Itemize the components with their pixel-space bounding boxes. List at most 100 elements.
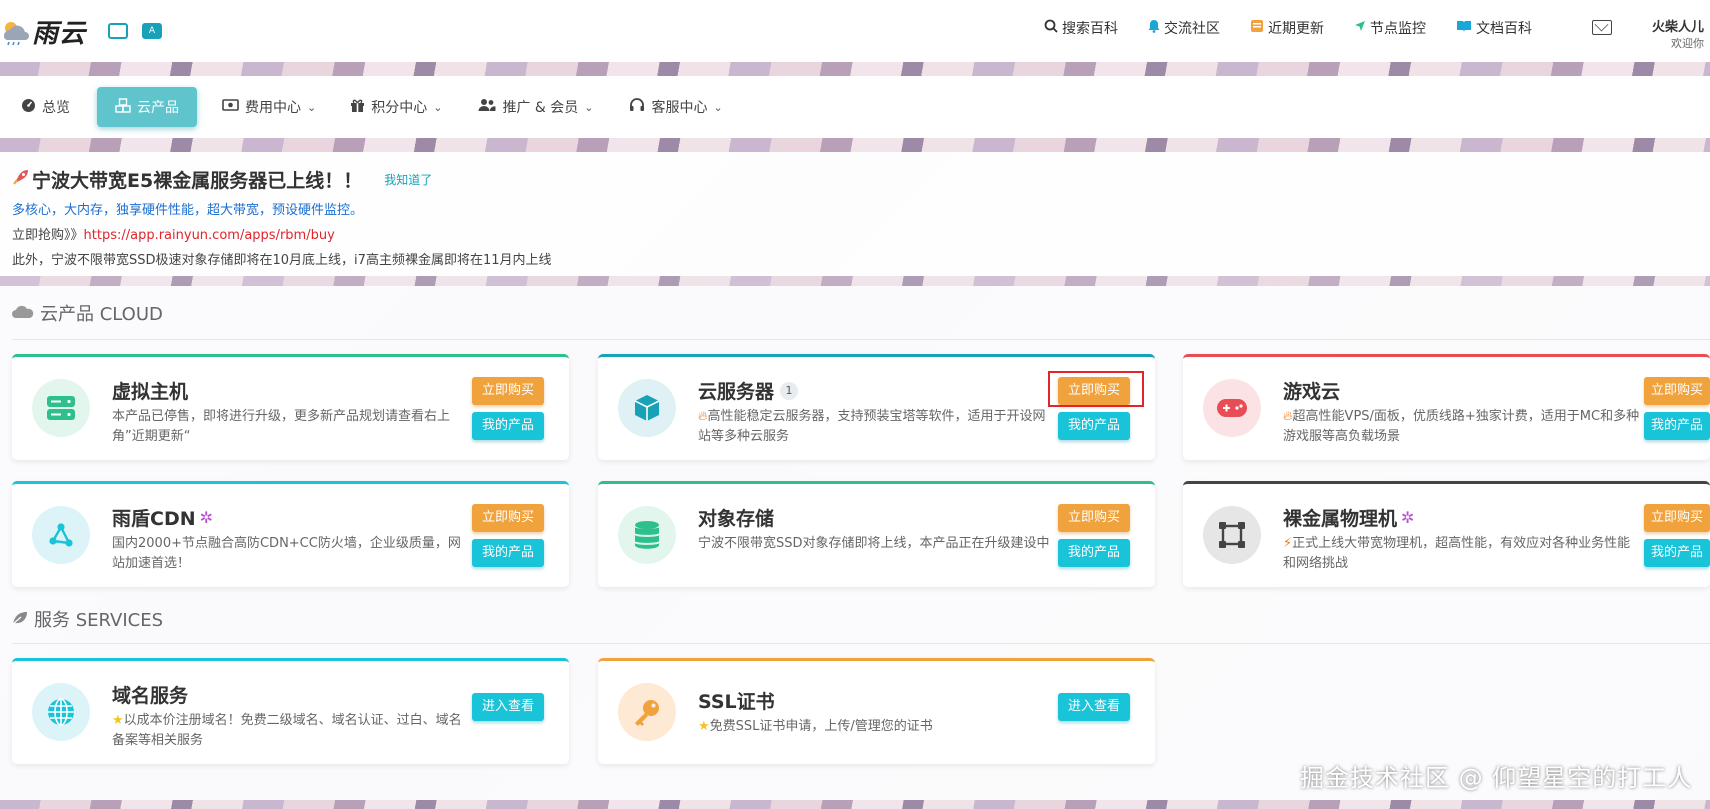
card-title-text: 裸金属物理机 bbox=[1283, 508, 1398, 530]
nav-support[interactable]: 客服中心 ⌄ bbox=[618, 87, 733, 127]
buy-now-button[interactable]: 立即购买 bbox=[1644, 504, 1710, 532]
news-icon bbox=[1250, 19, 1264, 37]
bell-icon bbox=[1148, 19, 1160, 37]
image-icon[interactable] bbox=[108, 23, 129, 39]
background-art-band bbox=[0, 276, 1710, 286]
nav-points[interactable]: 积分中心 ⌄ bbox=[339, 87, 453, 127]
product-card-cdn: 雨盾CDN ✲ 国内2000+节点融合高防CDN+CC防火墙，企业级质量，网站加速… bbox=[12, 481, 569, 587]
gamepad-icon bbox=[1203, 379, 1261, 437]
dashboard-icon bbox=[21, 98, 36, 117]
card-description-text: 超高性能VPS/面板，优质线路+独家计费，适用于MC和多种游戏服等高负载场景 bbox=[1283, 409, 1640, 444]
my-products-button[interactable]: 我的产品 bbox=[1644, 412, 1710, 440]
nav-label: 费用中心 bbox=[245, 100, 301, 116]
my-products-button[interactable]: 我的产品 bbox=[1644, 539, 1710, 567]
announcement-line: 多核心，大内存，独享硬件性能，超大带宽，预设硬件监控。 bbox=[12, 203, 364, 218]
card-description-text: 以成本价注册域名！免费二级域名、域名认证、过白、域名备案等相关服务 bbox=[112, 713, 462, 748]
card-description: ★以成本价注册域名！免费二级域名、域名认证、过白、域名备案等相关服务 bbox=[112, 711, 470, 751]
card-title-text: 域名服务 bbox=[112, 685, 189, 707]
card-title-text: 游戏云 bbox=[1283, 381, 1341, 403]
cloud-rain-icon bbox=[0, 16, 30, 46]
card-title-text: SSL证书 bbox=[698, 691, 775, 713]
nav-label: 积分中心 bbox=[371, 100, 428, 116]
buy-link[interactable]: https://app.rainyun.com/apps/rbm/buy bbox=[84, 228, 335, 243]
nav-label: 云产品 bbox=[137, 100, 179, 116]
top-nav-monitor[interactable]: 节点监控 bbox=[1354, 18, 1426, 38]
top-nav-label: 文档百科 bbox=[1476, 21, 1532, 37]
buy-now-button[interactable]: 立即购买 bbox=[1644, 377, 1710, 405]
card-title: 游戏云 bbox=[1283, 377, 1340, 404]
users-icon bbox=[478, 98, 496, 116]
background-art-band bbox=[0, 60, 1710, 76]
card-description: 国内2000+节点融合高防CDN+CC防火墙，企业级质量，网站加速首选！ bbox=[112, 536, 461, 571]
card-title-text: 云服务器 bbox=[698, 381, 775, 403]
user-menu[interactable]: 火柴人儿 欢迎你 bbox=[1640, 16, 1704, 51]
my-products-button[interactable]: 我的产品 bbox=[1058, 412, 1130, 440]
search-icon bbox=[1044, 19, 1058, 37]
star-icon: ★ bbox=[112, 713, 124, 728]
card-title-text: 对象存储 bbox=[698, 508, 775, 530]
announcement: 宁波大带宽E5裸金属服务器已上线！！ 我知道了 多核心，大内存，独享硬件性能，超… bbox=[0, 152, 1710, 276]
nav-referral[interactable]: 推广 & 会员 ⌄ bbox=[467, 87, 604, 127]
user-greeting: 欢迎你 bbox=[1671, 37, 1704, 50]
money-icon bbox=[222, 99, 239, 115]
chevron-down-icon: ⌄ bbox=[584, 100, 594, 114]
logo[interactable]: 雨云 bbox=[0, 13, 86, 50]
logo-text: 雨云 bbox=[32, 18, 87, 49]
product-card-virtual-host: 虚拟主机 本产品已停售，即将进行升级，更多新产品规划请查看右上角”近期更新“ 立… bbox=[12, 354, 569, 460]
my-products-button[interactable]: 我的产品 bbox=[472, 539, 544, 567]
cloud-icon bbox=[12, 304, 34, 323]
view-button[interactable]: 进入查看 bbox=[1058, 693, 1130, 721]
party-icon: ✲ bbox=[1401, 508, 1415, 527]
nav-overview[interactable]: 总览 bbox=[10, 87, 81, 127]
key-icon bbox=[618, 683, 676, 741]
bolt-icon: ⚡︎ bbox=[1283, 536, 1293, 551]
card-title-text: 虚拟主机 bbox=[112, 381, 189, 403]
divider bbox=[12, 643, 1710, 644]
top-nav-updates[interactable]: 近期更新 bbox=[1250, 18, 1324, 38]
card-title-text: 雨盾CDN bbox=[112, 508, 196, 530]
nav-label: 推广 & 会员 bbox=[502, 100, 579, 116]
user-name: 火柴人儿 bbox=[1651, 20, 1704, 35]
view-button[interactable]: 进入查看 bbox=[472, 693, 544, 721]
announcement-link-prefix: 立即抢购》》 bbox=[12, 228, 84, 243]
book-icon bbox=[1456, 20, 1472, 37]
chevron-down-icon: ⌄ bbox=[307, 100, 317, 114]
buy-now-button[interactable]: 立即购买 bbox=[472, 377, 544, 405]
card-title: 云服务器 1 bbox=[698, 377, 799, 404]
my-products-button[interactable]: 我的产品 bbox=[472, 412, 544, 440]
globe-icon bbox=[32, 683, 90, 741]
party-icon: ✲ bbox=[199, 508, 214, 527]
top-nav-community[interactable]: 交流社区 bbox=[1148, 18, 1220, 38]
announcement-line: 此外，宁波不限带宽SSD极速对象存储即将在10月底上线，i7高主频裸金属即将在1… bbox=[12, 253, 552, 268]
buy-now-button[interactable]: 立即购买 bbox=[1058, 504, 1130, 532]
card-title: 对象存储 bbox=[698, 504, 774, 531]
server-icon bbox=[32, 379, 90, 437]
product-card-object-storage: 对象存储 宁波不限带宽SSD对象存储即将上线，本产品正在升级建设中 立即购买 我… bbox=[598, 481, 1155, 587]
card-description-text: 高性能稳定云服务器，支持预装宝塔等软件，适用于开设网站等多种云服务 bbox=[698, 409, 1046, 444]
card-description: ★免费SSL证书申请，上传/管理您的证书 bbox=[698, 717, 1056, 737]
top-nav-docs[interactable]: 文档百科 bbox=[1456, 18, 1532, 38]
card-description: ⚡︎正式上线大带宽物理机，超高性能，有效应对各种业务性能和网络挑战 bbox=[1283, 534, 1643, 574]
top-nav-label: 搜索百科 bbox=[1062, 21, 1118, 37]
top-nav: 搜索百科 交流社区 近期更新 节点监控 文档百科 bbox=[1044, 18, 1562, 38]
section-heading-cloud: 云产品 CLOUD bbox=[12, 300, 163, 326]
database-icon bbox=[618, 506, 676, 564]
card-description-text: 正式上线大带宽物理机，超高性能，有效应对各种业务性能和网络挑战 bbox=[1283, 536, 1631, 571]
nav-billing[interactable]: 费用中心 ⌄ bbox=[211, 87, 327, 127]
dismiss-link[interactable]: 我知道了 bbox=[384, 171, 432, 188]
nav-label: 总览 bbox=[42, 100, 70, 116]
announcement-title-text: 宁波大带宽E5裸金属服务器已上线！！ bbox=[32, 170, 363, 192]
card-description: 🔥︎高性能稳定云服务器，支持预装宝塔等软件，适用于开设网站等多种云服务 bbox=[698, 407, 1056, 447]
background-art-band bbox=[0, 138, 1710, 152]
buy-now-button[interactable]: 立即购买 bbox=[472, 504, 544, 532]
nav-label: 客服中心 bbox=[651, 100, 708, 116]
watermark: 掘金技术社区 @ 仰望星空的打工人 bbox=[1300, 764, 1693, 792]
top-nav-search[interactable]: 搜索百科 bbox=[1044, 18, 1118, 38]
mail-icon[interactable] bbox=[1592, 20, 1612, 35]
main-nav: 总览 云产品 费用中心 ⌄ 积分中心 ⌄ 推广 & 会员 ⌄ 客服中心 ⌄ bbox=[0, 76, 1710, 138]
nav-cloud-products[interactable]: 云产品 bbox=[97, 87, 197, 127]
gift-icon bbox=[350, 98, 365, 117]
translate-icon[interactable]: A bbox=[142, 23, 163, 39]
rocket-icon bbox=[12, 168, 30, 191]
my-products-button[interactable]: 我的产品 bbox=[1058, 539, 1130, 567]
